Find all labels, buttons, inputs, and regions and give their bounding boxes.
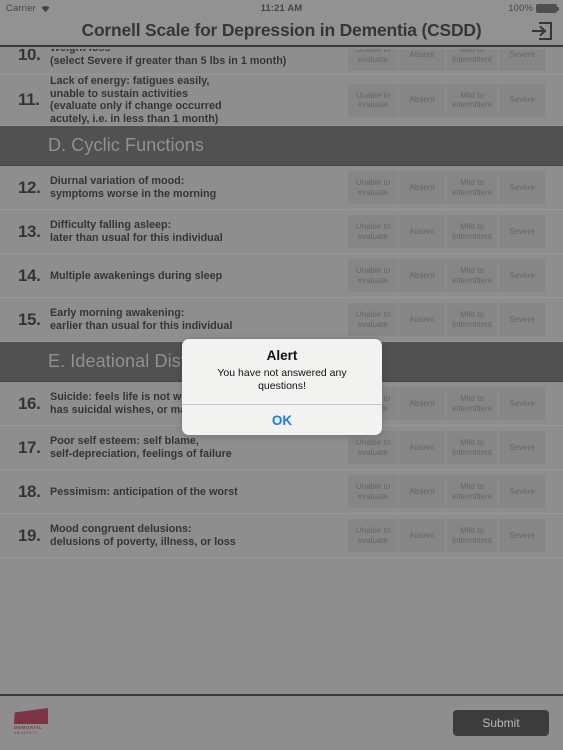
app-screen: Carrier 11:21 AM 100% Cornell Scale for … bbox=[0, 0, 563, 750]
alert-ok-button[interactable]: OK bbox=[182, 405, 382, 435]
alert-dialog: Alert You have not answered any question… bbox=[182, 339, 382, 435]
alert-title: Alert bbox=[266, 348, 298, 363]
alert-message: You have not answered any questions! bbox=[217, 367, 347, 392]
alert-body: Alert You have not answered any question… bbox=[182, 339, 382, 404]
